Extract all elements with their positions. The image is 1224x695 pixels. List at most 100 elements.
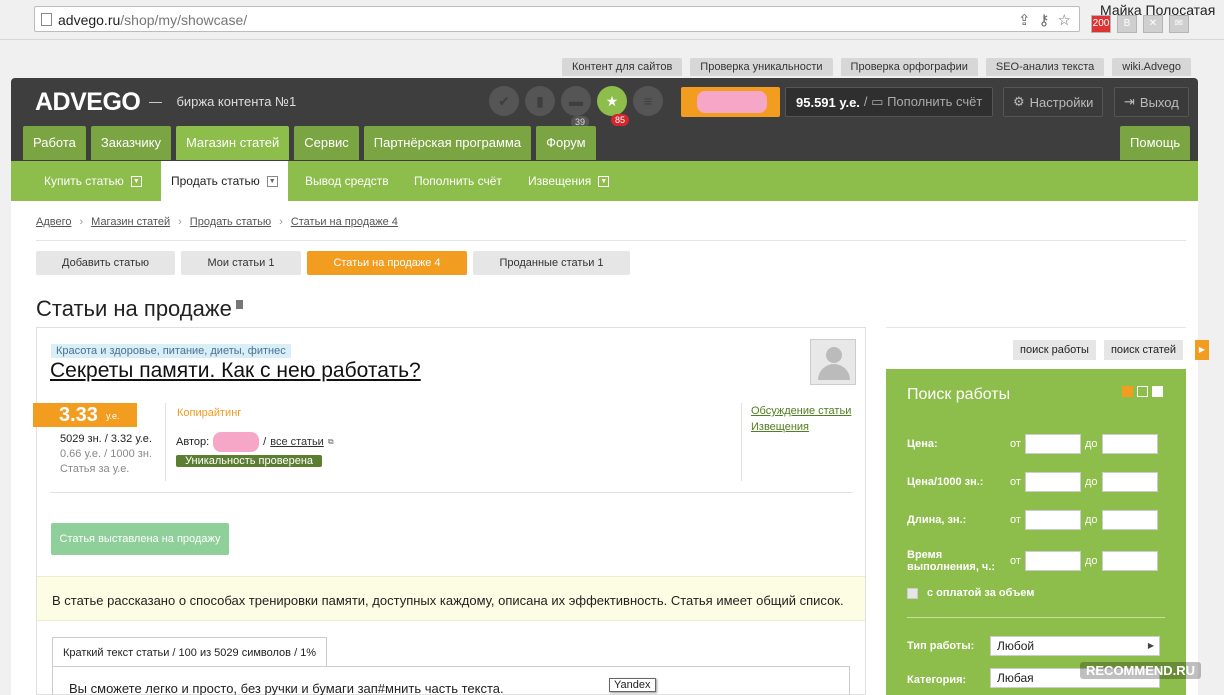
bookmark-icon[interactable] xyxy=(235,300,243,309)
url-actions: ⇪ ⚷ ☆ xyxy=(1018,11,1071,29)
quick-icons: ✔ ▮ ▬ 39 ★ 85 ≡ xyxy=(489,86,663,128)
divider xyxy=(907,617,1165,618)
article-type: Копирайтинг xyxy=(177,407,242,419)
star-bookmark-icon[interactable]: ☆ xyxy=(1058,11,1071,29)
sub-nav: Купить статью ▼ Продать статью ▼ Вывод сре… xyxy=(11,161,1198,201)
star-icon[interactable]: ★ 85 xyxy=(597,86,630,126)
article-description: В статье рассказано о способах тренировк… xyxy=(37,576,865,621)
volume-payment-checkbox-row[interactable]: с оплатой за объем xyxy=(907,587,1034,599)
filter-on-sale[interactable]: Статьи на продаже 4 xyxy=(307,251,467,275)
share-icon[interactable]: ⇪ xyxy=(1018,11,1031,29)
breadcrumb-separator: › xyxy=(178,216,182,228)
on-sale-status-button[interactable]: Статья выставлена на продажу xyxy=(51,523,229,555)
work-type-select[interactable]: Любой ▶ xyxy=(990,636,1160,656)
address-bar[interactable]: advego.ru/shop/my/showcase/ ⇪ ⚷ ☆ xyxy=(34,6,1080,32)
top-link-uniqueness[interactable]: Проверка уникальности xyxy=(690,58,833,76)
article-title[interactable]: Секреты памяти. Как с нею работать? xyxy=(50,359,421,383)
key-icon[interactable]: ⚷ xyxy=(1039,11,1050,29)
breadcrumb-shop[interactable]: Магазин статей xyxy=(91,216,170,228)
sidebar-search-buttons: поиск работы поиск статей xyxy=(1013,340,1184,360)
check-icon[interactable]: ✔ xyxy=(489,86,519,116)
color-square-green[interactable] xyxy=(1137,386,1148,397)
subnav-buy[interactable]: Купить статью ▼ xyxy=(44,161,142,201)
chevron-down-icon[interactable]: ▼ xyxy=(598,175,610,187)
price-to-input[interactable] xyxy=(1102,434,1158,454)
chevron-right-icon[interactable]: ▶ xyxy=(1195,340,1209,360)
price-from-input[interactable] xyxy=(1025,434,1081,454)
filter-my-articles[interactable]: Мои статьи 1 xyxy=(181,251,301,275)
settings-button[interactable]: ⚙ Настройки xyxy=(1003,87,1104,117)
vk-extension-icon[interactable]: B xyxy=(1117,15,1137,33)
breadcrumb-separator: › xyxy=(79,216,84,228)
length-from-input[interactable] xyxy=(1025,510,1081,530)
price-1000-to-input[interactable] xyxy=(1102,472,1158,492)
search-jobs-button[interactable]: поиск работы xyxy=(1013,340,1096,360)
subnav-withdraw[interactable]: Вывод средств xyxy=(305,161,389,201)
panel-color-switch xyxy=(1122,386,1163,397)
time-from-input[interactable] xyxy=(1025,551,1081,571)
nav-article-shop[interactable]: Магазин статей xyxy=(175,126,290,160)
filter-sold[interactable]: Проданные статьи 1 xyxy=(473,251,630,275)
logout-button[interactable]: ⇥ Выход xyxy=(1114,87,1189,117)
page-icon xyxy=(41,13,52,26)
time-to-input[interactable] xyxy=(1102,551,1158,571)
extension-icons: 200 B ✕ ✉ xyxy=(1091,15,1189,33)
filter-add-article[interactable]: Добавить статью xyxy=(36,251,175,275)
category-tag[interactable]: Красота и здоровье, питание, диеты, фитн… xyxy=(51,344,291,358)
search-articles-button[interactable]: поиск статей xyxy=(1103,340,1184,360)
top-link-spelling[interactable]: Проверка орфографии xyxy=(840,58,978,76)
top-link-content[interactable]: Контент для сайтов xyxy=(562,58,683,76)
tab-short-text[interactable]: Краткий текст статьи / 100 из 5029 симво… xyxy=(52,637,328,667)
length-to-input[interactable] xyxy=(1102,510,1158,530)
panel-title: Поиск работы xyxy=(907,386,1011,403)
list-icon[interactable]: ≡ xyxy=(633,86,663,116)
breadcrumb-sell[interactable]: Продать статью xyxy=(190,216,271,228)
watermark: RECOMMEND.RU xyxy=(1080,662,1202,679)
top-link-wiki[interactable]: wiki.Advego xyxy=(1112,58,1191,76)
document-icon[interactable]: ▮ xyxy=(525,86,555,116)
volume-payment-checkbox[interactable] xyxy=(907,587,918,599)
hidden-author-blur xyxy=(213,432,260,452)
article-card: Красота и здоровье, питание, диеты, фитн… xyxy=(33,327,866,695)
price-1000-from-input[interactable] xyxy=(1025,472,1081,492)
mail-extension-icon[interactable]: ✉ xyxy=(1169,15,1189,33)
wallet-icon: ▭ xyxy=(871,94,884,109)
url-text[interactable]: advego.ru/shop/my/showcase/ xyxy=(58,12,247,28)
breadcrumb: Адвего › Магазин статей › Продать статью › … xyxy=(36,216,398,228)
color-square-white[interactable] xyxy=(1152,386,1163,397)
nav-help[interactable]: Помощь xyxy=(1120,126,1191,160)
top-link-seo[interactable]: SEO-анализ текста xyxy=(985,58,1105,76)
time-filter-row: Время выполнения, ч.: от до xyxy=(907,549,1165,573)
nav-work[interactable]: Работа xyxy=(23,126,86,160)
close-extension-icon[interactable]: ✕ xyxy=(1143,15,1163,33)
wallet-button[interactable] xyxy=(681,87,780,117)
avatar[interactable] xyxy=(810,339,856,385)
nav-forum[interactable]: Форум xyxy=(536,126,596,160)
divider xyxy=(886,327,1186,328)
folder-icon[interactable]: ▬ 39 xyxy=(561,86,591,128)
nav-customer[interactable]: Заказчику xyxy=(90,126,171,160)
logo[interactable]: ADVEGO xyxy=(35,88,141,117)
text-preview: Вы сможете легко и просто, без ручки и б… xyxy=(69,681,504,695)
breadcrumb-on-sale[interactable]: Статьи на продаже 4 xyxy=(291,216,398,228)
chevron-down-icon[interactable]: ▼ xyxy=(266,175,278,187)
color-square-orange[interactable] xyxy=(1122,386,1133,397)
nav-service[interactable]: Сервис xyxy=(294,126,359,160)
notices-link[interactable]: Извещения xyxy=(751,419,851,435)
balance-amount: 95.591 у.е. xyxy=(796,94,860,110)
subnav-notices[interactable]: Извещения ▼ xyxy=(528,161,610,201)
price-tag: 3.33 у.е. xyxy=(33,403,137,427)
topup-link[interactable]: / ▭ Пополнить счёт xyxy=(864,94,982,110)
chevron-down-icon[interactable]: ▼ xyxy=(130,175,142,187)
article-side-links: Обсуждение статьи Извещения xyxy=(751,403,851,435)
discussion-link[interactable]: Обсуждение статьи xyxy=(751,403,851,419)
all-articles-link[interactable]: все статьи xyxy=(270,436,324,448)
breadcrumb-advego[interactable]: Адвего xyxy=(36,216,71,228)
nav-partner[interactable]: Партнёрская программа xyxy=(363,126,532,160)
subnav-sell[interactable]: Продать статью ▼ xyxy=(161,161,288,201)
subnav-topup[interactable]: Пополнить счёт xyxy=(414,161,502,201)
top-links: Контент для сайтов Проверка уникальности… xyxy=(562,58,1191,76)
browser-toolbar: advego.ru/shop/my/showcase/ ⇪ ⚷ ☆ Майка … xyxy=(0,0,1224,40)
divider xyxy=(50,492,853,493)
counter-extension-icon[interactable]: 200 xyxy=(1091,15,1111,33)
